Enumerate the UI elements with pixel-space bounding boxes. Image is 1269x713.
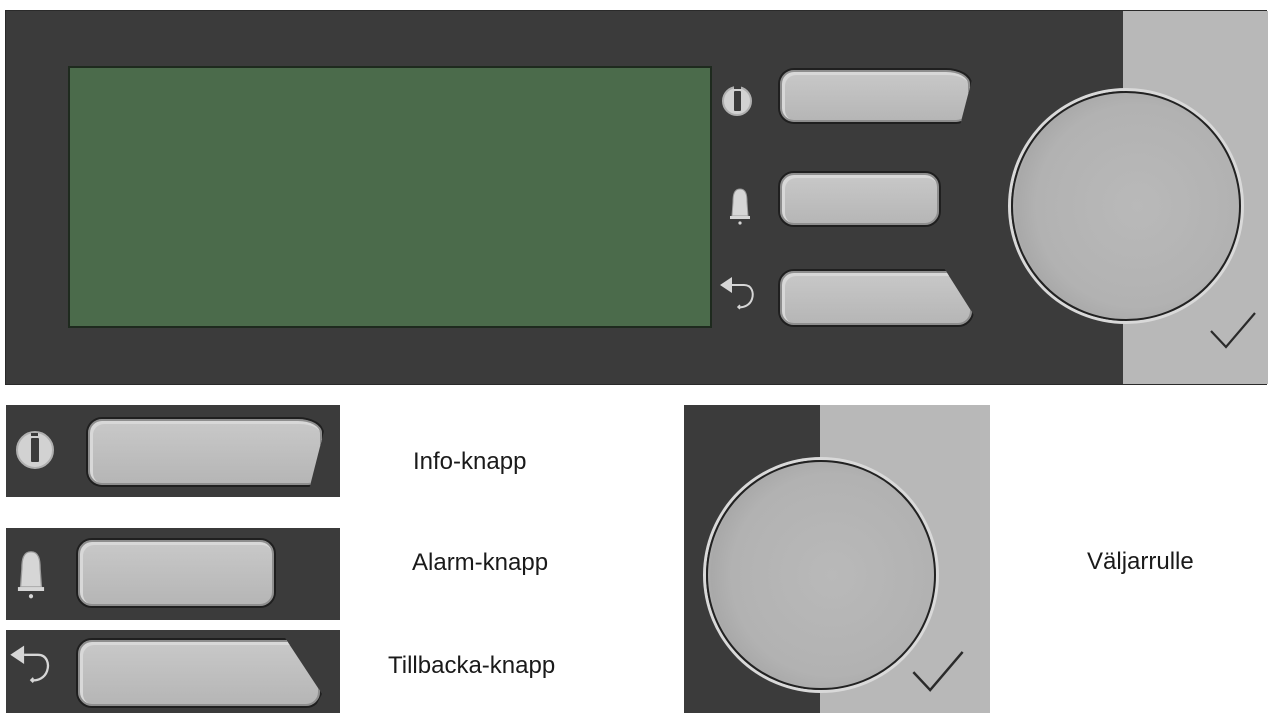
info-icon (16, 431, 54, 469)
info-button[interactable] (778, 68, 972, 124)
back-button[interactable] (778, 269, 974, 327)
alarm-button[interactable] (76, 538, 276, 608)
bell-icon (17, 551, 45, 599)
checkmark-icon (1210, 312, 1256, 349)
info-button-crop (6, 405, 340, 497)
back-button-label: Tillbacka-knapp (388, 652, 556, 679)
selector-knob[interactable] (706, 460, 936, 690)
selector-knob-label: Väljarrulle (1087, 548, 1194, 575)
selector-knob[interactable] (1011, 91, 1241, 321)
bell-icon (730, 188, 750, 225)
selector-knob-crop (684, 405, 990, 713)
control-panel (5, 10, 1268, 385)
back-arrow-icon (10, 645, 50, 684)
info-icon (722, 86, 752, 116)
alarm-button-crop (6, 528, 340, 620)
alarm-button[interactable] (778, 171, 941, 227)
info-button-label: Info-knapp (413, 448, 527, 475)
lcd-display (68, 66, 712, 328)
back-button[interactable] (76, 638, 322, 708)
back-arrow-icon (720, 277, 754, 310)
info-button[interactable] (86, 417, 324, 487)
checkmark-icon (912, 651, 964, 692)
back-button-crop (6, 630, 340, 713)
alarm-button-label: Alarm-knapp (412, 549, 549, 576)
